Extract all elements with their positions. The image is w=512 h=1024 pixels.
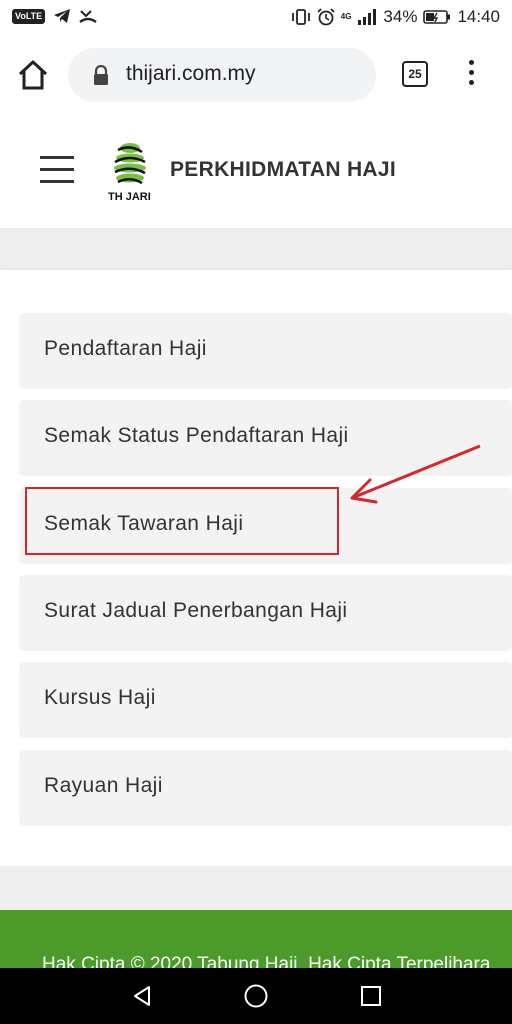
- site-footer: Hak Cipta © 2020 Tabung Haji. Hak Cipta …: [0, 910, 512, 968]
- clock: 14:40: [457, 7, 500, 26]
- hamburger-menu-icon[interactable]: [40, 156, 76, 186]
- volte-badge: VoLTE: [12, 8, 46, 24]
- menu-item-label: Kursus Haji: [44, 686, 156, 709]
- home-circle-icon[interactable]: [243, 983, 269, 1009]
- missed-call-icon: [79, 10, 97, 24]
- copyright-text: Hak Cipta © 2020 Tabung Haji. Hak Cipta …: [42, 954, 496, 968]
- recents-icon[interactable]: [360, 985, 382, 1007]
- home-icon[interactable]: [16, 58, 50, 92]
- menu-item-label: Rayuan Haji: [44, 774, 163, 797]
- telegram-icon: [54, 9, 71, 23]
- thijari-logo[interactable]: TH JARI: [106, 140, 158, 204]
- status-right-icons: 4G 34% 14:40: [291, 7, 500, 27]
- browser-toolbar: thijari.com.my 25: [0, 36, 512, 114]
- header-divider-band: [0, 228, 512, 270]
- site-title: PERKHIDMATAN HAJI: [170, 158, 396, 181]
- status-left-icons: VoLTE: [12, 8, 97, 24]
- menu-item-kursus-haji[interactable]: Kursus Haji: [20, 662, 512, 736]
- site-header: TH JARI PERKHIDMATAN HAJI: [0, 114, 512, 228]
- status-bar: VoLTE 4G 34% 14:40: [0, 0, 512, 36]
- content-bottom-band: [0, 866, 512, 910]
- vibrate-icon: [291, 9, 310, 25]
- menu-item-label: Surat Jadual Penerbangan Haji: [44, 599, 348, 622]
- network-type: 4G: [340, 12, 352, 21]
- red-arrow-annotation: [350, 444, 481, 504]
- highlight-box-annotation: [25, 487, 339, 555]
- service-menu-panel: Pendaftaran Haji Semak Status Pendaftara…: [0, 270, 512, 866]
- menu-item-pendaftaran-haji[interactable]: Pendaftaran Haji: [20, 313, 512, 387]
- address-bar[interactable]: thijari.com.my: [68, 48, 376, 102]
- more-options-icon[interactable]: [466, 60, 476, 90]
- battery-icon: [423, 10, 451, 24]
- lock-icon: [94, 65, 108, 85]
- battery-percent: 34%: [383, 7, 418, 26]
- back-icon[interactable]: [130, 984, 154, 1008]
- menu-item-label: Semak Status Pendaftaran Haji: [44, 424, 349, 447]
- signal-icon: [358, 9, 377, 25]
- android-navigation-bar: [0, 968, 512, 1024]
- tab-switcher-button[interactable]: 25: [402, 61, 428, 87]
- svg-text:TH JARI: TH JARI: [108, 191, 151, 203]
- menu-item-rayuan-haji[interactable]: Rayuan Haji: [20, 750, 512, 824]
- alarm-icon: [317, 8, 335, 26]
- menu-item-label: Pendaftaran Haji: [44, 337, 207, 360]
- menu-item-surat-jadual-penerbangan[interactable]: Surat Jadual Penerbangan Haji: [20, 575, 512, 649]
- url-text[interactable]: thijari.com.my: [126, 62, 256, 86]
